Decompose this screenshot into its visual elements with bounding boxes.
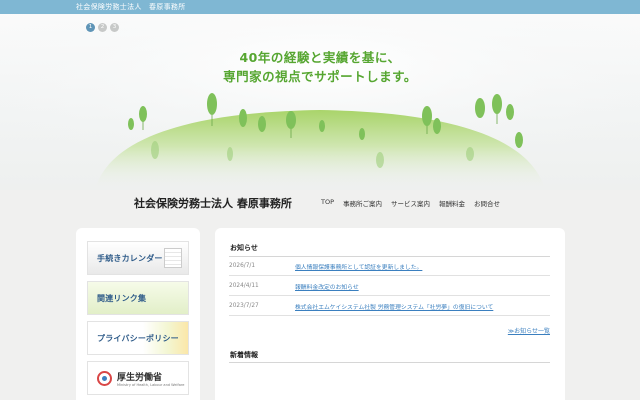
calendar-banner-button[interactable]: 手続きカレンダー: [87, 241, 189, 275]
mhlw-banner-link[interactable]: 厚生労働省 Ministry of Health, Labour and Wel…: [87, 361, 189, 395]
mhlw-name: 厚生労働省: [117, 372, 163, 383]
news-link[interactable]: 報酬料金改定のお知らせ: [295, 282, 359, 291]
updates-divider: [229, 362, 550, 363]
top-bar: 社会保険労務士法人 春原事務所: [0, 0, 640, 14]
news-date: 2024/4/11: [229, 283, 259, 289]
main-content: お知らせ 2026/7/1 個人情報保護事務所として認証を更新しました。 202…: [215, 228, 565, 400]
mhlw-english-name: Ministry of Health, Labour and Welfare: [117, 382, 185, 387]
news-item: 2023/7/27 株式会社エムケイシステム社製 労務管理システム「社労夢」の復…: [229, 297, 550, 316]
office-name: 社会保険労務士法人 春原事務所: [76, 3, 186, 11]
news-heading: お知らせ: [230, 244, 258, 252]
updates-heading: 新着情報: [230, 351, 258, 359]
privacy-policy-banner-button[interactable]: プライバシーポリシー: [87, 321, 189, 355]
slide-dot-3[interactable]: 3: [110, 23, 119, 32]
news-date: 2026/7/1: [229, 263, 256, 269]
nav-top[interactable]: TOP: [321, 198, 334, 208]
nav-office[interactable]: 事務所ご案内: [343, 198, 382, 208]
hero-landscape-illustration: [0, 14, 640, 190]
related-links-label: 関連リンク集: [97, 293, 147, 303]
slide-indicators: 1 2 3: [86, 23, 119, 32]
main-navigation: TOP 事務所ご案内 サービス案内 報酬料金 お問合せ: [321, 198, 500, 208]
news-list-link[interactable]: ≫お知らせ一覧: [508, 326, 550, 335]
nav-contact[interactable]: お問合せ: [474, 198, 500, 208]
sidebar: 手続きカレンダー 関連リンク集 プライバシーポリシー 厚生労働省 Ministr…: [76, 228, 200, 400]
site-header: 社会保険労務士法人 春原事務所 TOP 事務所ご案内 サービス案内 報酬料金 お…: [0, 190, 640, 220]
nav-services[interactable]: サービス案内: [391, 198, 430, 208]
nav-fees[interactable]: 報酬料金: [439, 198, 465, 208]
privacy-policy-label: プライバシーポリシー: [97, 333, 179, 343]
news-date: 2023/7/27: [229, 303, 259, 309]
related-links-banner-button[interactable]: 関連リンク集: [87, 281, 189, 315]
slide-dot-2[interactable]: 2: [98, 23, 107, 32]
site-title[interactable]: 社会保険労務士法人 春原事務所: [134, 195, 292, 211]
hero-tagline-line-2: 専門家の視点でサポートします。: [223, 69, 417, 84]
news-link[interactable]: 株式会社エムケイシステム社製 労務管理システム「社労夢」の復旧について: [295, 302, 493, 311]
hero-banner: 1 2 3 40年の経験と実績を基に、 専門家の視点でサポートします。: [0, 14, 640, 190]
news-item: 2024/4/11 報酬料金改定のお知らせ: [229, 277, 550, 296]
news-item: 2026/7/1 個人情報保護事務所として認証を更新しました。: [229, 257, 550, 276]
slide-dot-1[interactable]: 1: [86, 23, 95, 32]
hero-tagline-line-1: 40年の経験と実績を基に、: [239, 50, 401, 65]
mhlw-logo-icon: [97, 370, 112, 386]
calendar-banner-label: 手続きカレンダー: [97, 253, 163, 263]
news-link[interactable]: 個人情報保護事務所として認証を更新しました。: [295, 262, 422, 271]
calendar-icon: [164, 248, 182, 268]
